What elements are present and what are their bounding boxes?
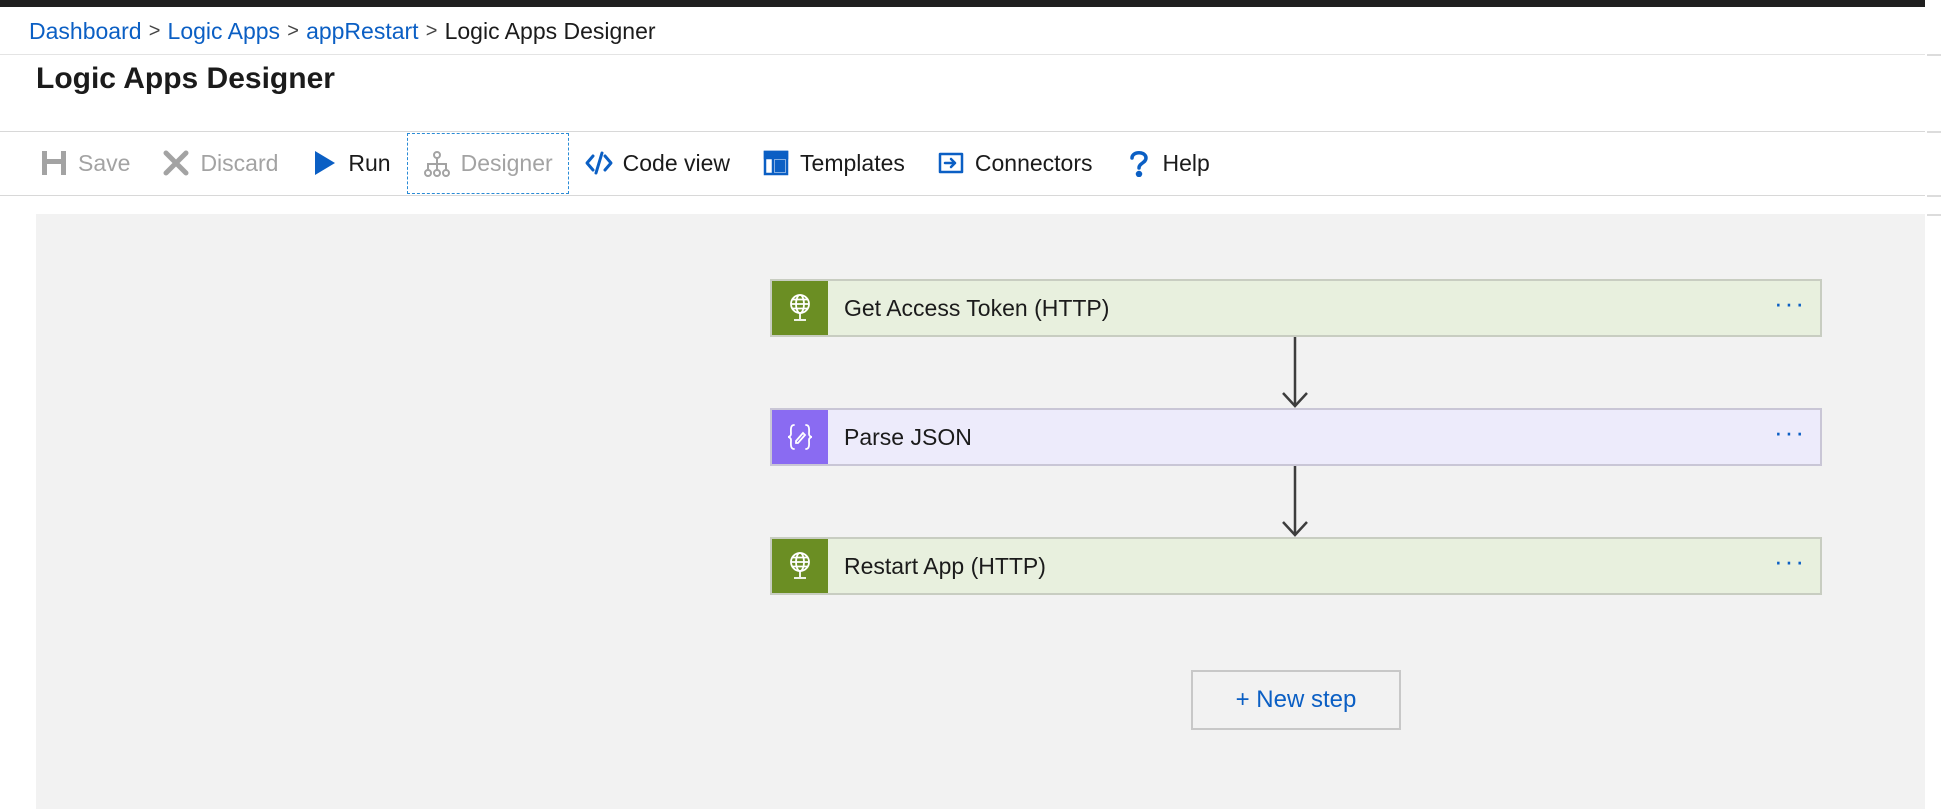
code-view-button[interactable]: Code view [569, 133, 746, 193]
step-label: Restart App (HTTP) [844, 552, 1046, 579]
connectors-label: Connectors [974, 149, 1093, 176]
step-card-get-access-token[interactable]: Get Access Token (HTTP) ··· [770, 279, 1822, 337]
run-label: Run [348, 149, 391, 176]
breadcrumb-separator: > [287, 19, 299, 42]
more-options-icon[interactable]: ··· [1760, 548, 1820, 574]
connectors-icon [937, 149, 965, 177]
flow-arrow-icon [1280, 466, 1310, 538]
globe-icon [772, 281, 828, 335]
code-icon [585, 149, 613, 177]
hierarchy-icon [423, 150, 451, 178]
new-step-button[interactable]: + New step [1191, 670, 1401, 730]
step-label: Parse JSON [844, 423, 972, 450]
designer-label: Designer [460, 150, 553, 176]
templates-button[interactable]: Templates [746, 133, 921, 193]
step-card-parse-json[interactable]: Parse JSON ··· [770, 408, 1822, 466]
run-button[interactable]: Run [294, 133, 406, 193]
templates-icon [762, 149, 790, 177]
breadcrumb-separator: > [148, 19, 161, 42]
breadcrumb-logic-apps[interactable]: Logic Apps [168, 18, 281, 45]
command-bar-divider [0, 195, 1925, 196]
breadcrumb-current: Logic Apps Designer [444, 17, 656, 44]
breadcrumb-separator: > [425, 19, 438, 42]
edge-divider [1927, 54, 1941, 56]
save-label: Save [78, 149, 131, 176]
window-right-edge [1925, 0, 1941, 809]
code-view-label: Code view [622, 149, 731, 176]
breadcrumb-app-restart[interactable]: appRestart [306, 18, 419, 45]
edge-divider [1927, 195, 1941, 197]
help-icon [1125, 149, 1153, 177]
flow-arrow-icon [1280, 337, 1310, 409]
save-button[interactable]: Save [24, 133, 146, 193]
save-icon [40, 149, 68, 177]
connectors-button[interactable]: Connectors [921, 133, 1109, 193]
discard-label: Discard [200, 149, 279, 176]
command-bar: Save Discard Run Designer Code view Temp… [24, 133, 1226, 194]
step-label: Get Access Token (HTTP) [844, 294, 1110, 321]
more-options-icon[interactable]: ··· [1760, 290, 1820, 316]
play-icon [310, 149, 338, 177]
help-label: Help [1162, 149, 1210, 176]
breadcrumb: Dashboard > Logic Apps > appRestart > Lo… [29, 14, 656, 48]
step-card-restart-app[interactable]: Restart App (HTTP) ··· [770, 537, 1822, 595]
globe-icon [772, 539, 828, 593]
close-icon [162, 149, 190, 177]
breadcrumb-dashboard[interactable]: Dashboard [29, 18, 142, 45]
edge-divider [1927, 214, 1941, 216]
page-title: Logic Apps Designer [36, 62, 335, 95]
discard-button[interactable]: Discard [146, 133, 294, 193]
breadcrumb-divider [0, 54, 1925, 55]
window-top-bar [0, 0, 1941, 7]
templates-label: Templates [800, 149, 905, 176]
json-braces-icon [772, 410, 828, 464]
title-divider [0, 131, 1925, 132]
designer-button[interactable]: Designer [406, 133, 569, 194]
more-options-icon[interactable]: ··· [1760, 419, 1820, 445]
help-button[interactable]: Help [1109, 133, 1226, 193]
edge-divider [1927, 131, 1941, 133]
